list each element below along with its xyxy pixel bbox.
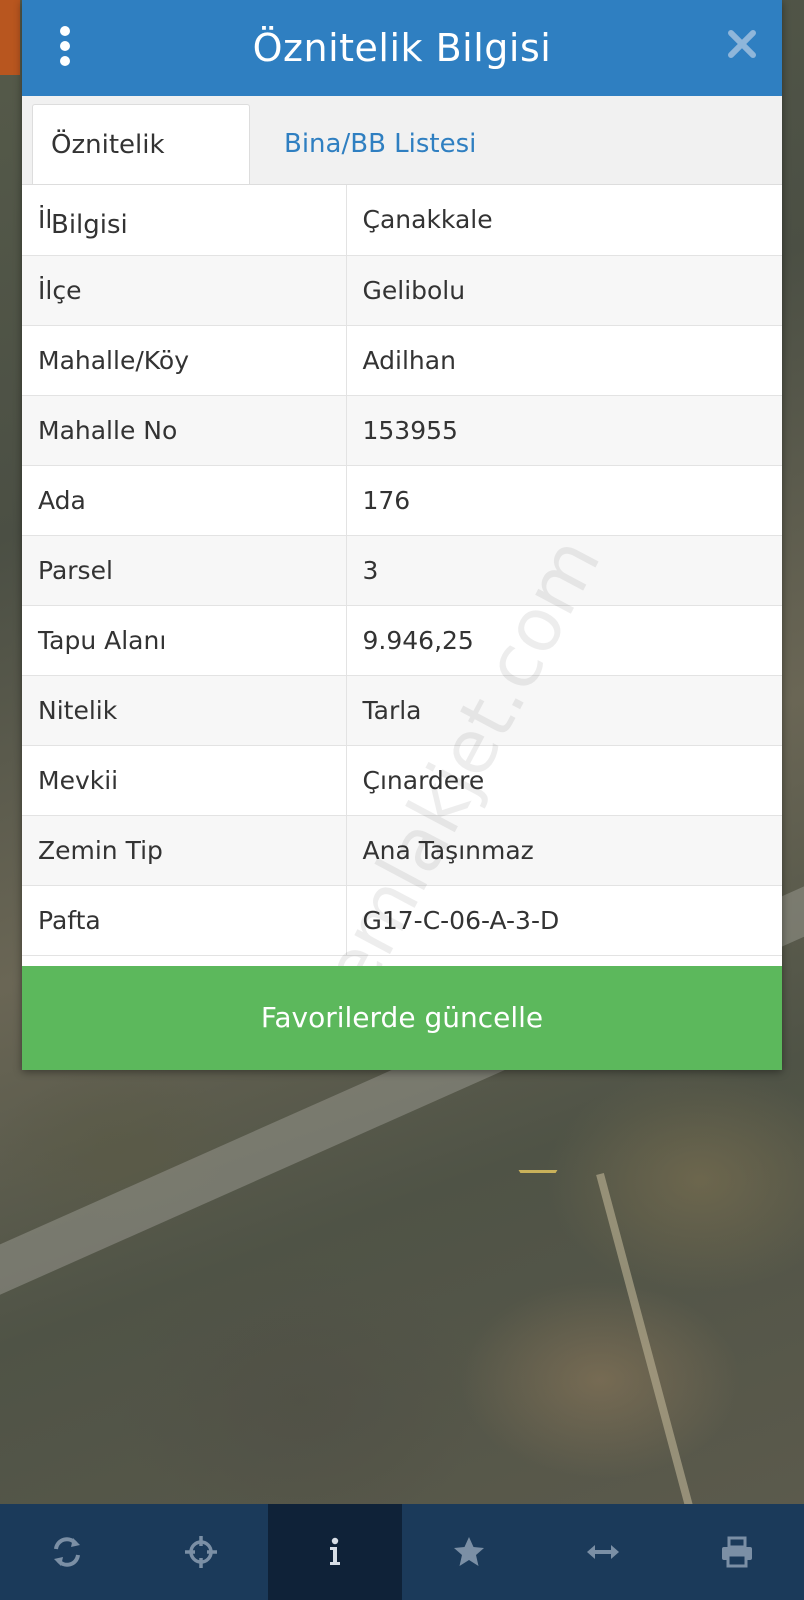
favorite-button[interactable] (402, 1504, 536, 1600)
attribute-row: Mahalle No 153955 (22, 395, 782, 466)
tab-attribute-info[interactable]: Öznitelik Bilgisi (32, 104, 250, 240)
attribute-key: Tapu Alanı (22, 605, 347, 676)
refresh-button[interactable] (0, 1504, 134, 1600)
attribute-key: Mevkii (22, 745, 347, 816)
attribute-key: Pafta (22, 885, 347, 956)
attribute-row: Parsel 3 (22, 535, 782, 606)
map-path (596, 1172, 734, 1504)
crosshair-icon (185, 1536, 217, 1568)
attribute-row: Nitelik Tarla (22, 675, 782, 746)
attribute-key: İlçe (22, 255, 347, 326)
attribute-row: İl Çanakkale (22, 185, 782, 256)
refresh-icon (54, 1537, 80, 1567)
print-button[interactable] (670, 1504, 804, 1600)
star-icon (454, 1537, 484, 1566)
tab-building-list[interactable]: Bina/BB Listesi (266, 104, 494, 184)
attribute-value: Tarla (346, 675, 782, 746)
parcel-boundary (450, 1060, 626, 1173)
attribute-value: 3 (346, 535, 782, 606)
attribute-value: Çanakkale (346, 185, 782, 256)
attribute-key: Nitelik (22, 675, 347, 746)
attribute-value: Gelibolu (346, 255, 782, 326)
update-favorites-button[interactable]: Favorilerde güncelle (22, 966, 782, 1070)
info-button[interactable] (268, 1504, 402, 1600)
dialog-title: Öznitelik Bilgisi (252, 26, 552, 70)
attribute-row: İlçe Gelibolu (22, 255, 782, 326)
attribute-dialog: Öznitelik Bilgisi Öznitelik Bilgisi Bina… (22, 0, 782, 1070)
print-icon (722, 1536, 752, 1568)
attribute-row: Mevkii Çınardere (22, 745, 782, 816)
attribute-value: 153955 (346, 395, 782, 466)
attribute-row: Pafta G17-C-06-A-3-D (22, 885, 782, 956)
map-edge-feature (0, 0, 20, 75)
dialog-tabs: Öznitelik Bilgisi Bina/BB Listesi (22, 96, 782, 240)
attribute-key: Mahalle/Köy (22, 325, 347, 396)
attribute-value: G17-C-06-A-3-D (346, 885, 782, 956)
measure-button[interactable] (536, 1504, 670, 1600)
attribute-value: 9.946,25 (346, 605, 782, 676)
close-icon[interactable] (726, 28, 758, 60)
attribute-table: İl Çanakkale İlçe Gelibolu Mahalle/Köy Adilha… (22, 185, 782, 956)
attribute-key: Zemin Tip (22, 815, 347, 886)
attribute-key: Parsel (22, 535, 347, 606)
info-icon (330, 1537, 340, 1565)
bottom-toolbar (0, 1504, 804, 1600)
attribute-value: Ana Taşınmaz (346, 815, 782, 886)
attribute-row: Mahalle/Köy Adilhan (22, 325, 782, 396)
measure-arrow-icon (587, 1545, 619, 1559)
attribute-key: Mahalle No (22, 395, 347, 466)
attribute-value: Çınardere (346, 745, 782, 816)
attribute-row: Zemin Tip Ana Taşınmaz (22, 815, 782, 886)
dialog-header: Öznitelik Bilgisi (22, 0, 782, 96)
locate-button[interactable] (134, 1504, 268, 1600)
attribute-value: Adilhan (346, 325, 782, 396)
attribute-key: Ada (22, 465, 347, 536)
attribute-row: Ada 176 (22, 465, 782, 536)
attribute-row: Tapu Alanı 9.946,25 (22, 605, 782, 676)
attribute-value: 176 (346, 465, 782, 536)
